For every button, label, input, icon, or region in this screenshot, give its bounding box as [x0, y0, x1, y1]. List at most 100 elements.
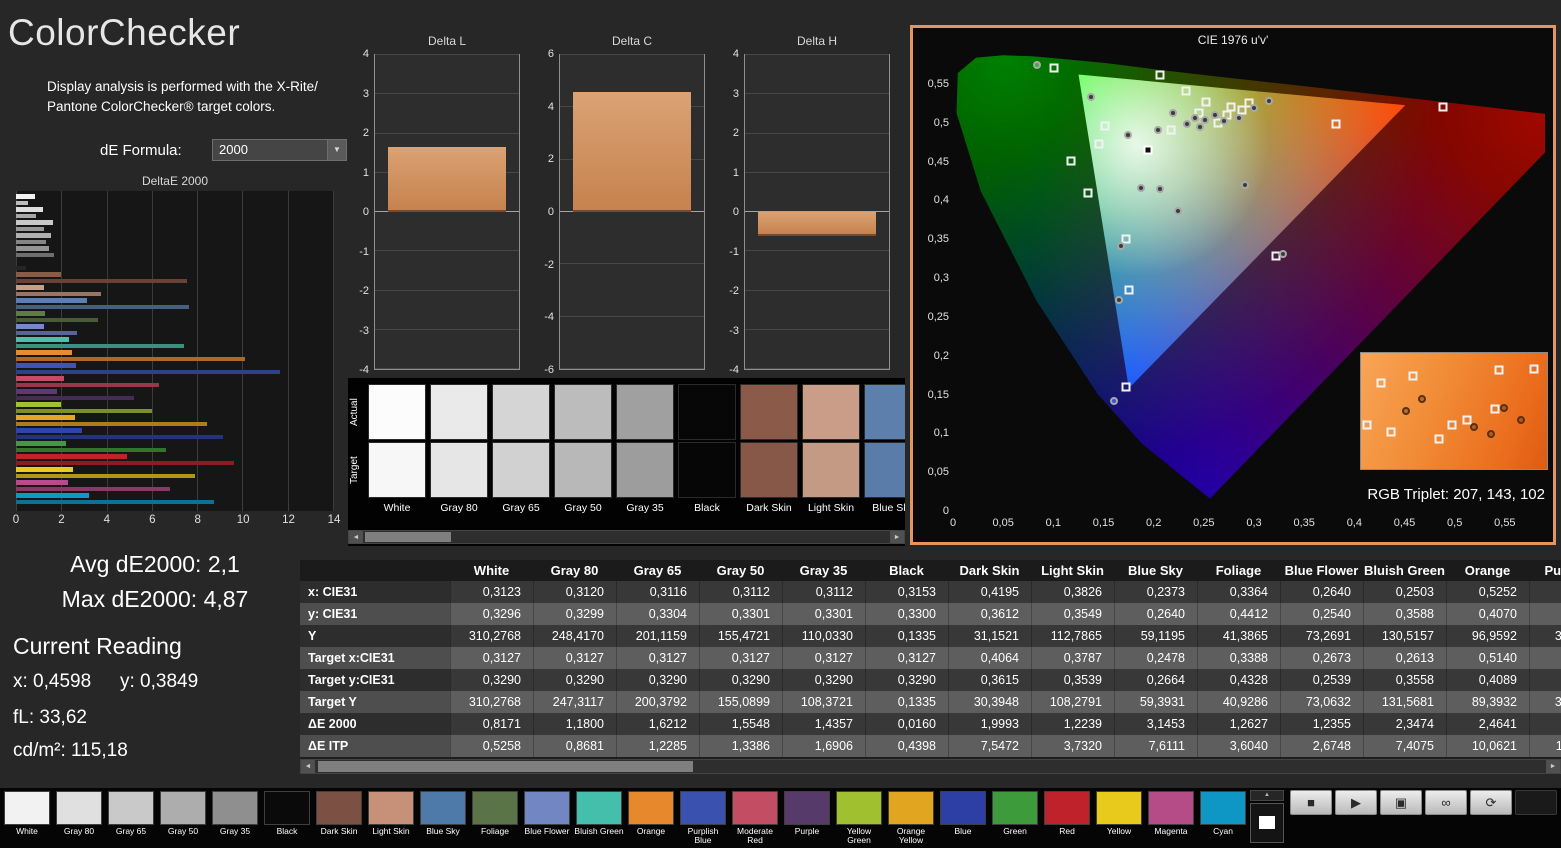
toolbar-patch-button[interactable]: Gray 80 [54, 791, 104, 847]
stop-button[interactable]: ■ [1290, 790, 1332, 815]
target-swatch [864, 442, 905, 498]
table-cell: 108,2791 [1031, 691, 1114, 713]
axis-tick-label: 6 [149, 514, 156, 526]
loop-button[interactable]: ∞ [1425, 790, 1467, 815]
deltae-chart-title: DeltaE 2000 [141, 174, 209, 188]
toolbar-patch-button[interactable]: Foliage [470, 791, 520, 847]
y-axis-labels: 4 3 2 1 0 -1 -2 -3 -4 [346, 48, 372, 376]
table-cell: 31,1521 [948, 625, 1031, 647]
toolbar-patch-button[interactable]: Purplish Blue [678, 791, 728, 847]
de-formula-dropdown[interactable]: 2000 ▼ [212, 139, 347, 161]
toolbar-patch-button[interactable]: Bluish Green [574, 791, 624, 847]
toolbar-patch-button[interactable]: Gray 65 [106, 791, 156, 847]
table-cell: 1,5548 [699, 713, 782, 735]
pattern-button[interactable]: ▣ [1380, 790, 1422, 815]
pattern-up-button[interactable]: ▲ [1250, 790, 1284, 801]
toolbar-patch-button[interactable]: Orange [626, 791, 676, 847]
axis-tick-label: 0,2 [1146, 517, 1162, 529]
axis-tick-label: 0,45 [927, 155, 949, 168]
table-cell: 1,2285 [616, 735, 699, 757]
axis-tick-label: 0 [12, 514, 20, 526]
play-button[interactable]: ▶ [1335, 790, 1377, 815]
deltae-bar [16, 434, 223, 440]
toolbar-patch-button[interactable]: Yellow [1094, 791, 1144, 847]
table-cell: 73,2691 [1280, 625, 1363, 647]
scrollbar-thumb[interactable] [318, 761, 693, 772]
toolbar-patch-button[interactable]: Moderate Red [730, 791, 780, 847]
measured-point [1169, 108, 1178, 117]
toolbar-patch-button[interactable]: Dark Skin [314, 791, 364, 847]
actual-swatch [368, 384, 426, 440]
deltae-bar [16, 389, 57, 394]
toolbar-patch-button[interactable]: Purple [782, 791, 832, 847]
table-cell: 0,3301 [699, 603, 782, 625]
table-scrollbar[interactable]: ◄ ► [300, 759, 1561, 774]
deltae-bar [16, 265, 26, 271]
toolbar-patch-button[interactable]: Yellow Green [834, 791, 884, 847]
current-luminance: cd/m²: 115,18 [13, 740, 128, 761]
target-point [1066, 156, 1076, 166]
rgb-triplet-label: RGB Triplet: 207, 143, 102 [1367, 486, 1545, 503]
toolbar-patch-button[interactable]: Blue Sky [418, 791, 468, 847]
toolbar-patch-button[interactable]: Light Skin [366, 791, 416, 847]
table-cell: 41,3865 [1197, 625, 1280, 647]
column-header: Blue Sky [1114, 560, 1197, 581]
pattern-window-button[interactable] [1250, 803, 1284, 843]
extra-button[interactable] [1515, 790, 1557, 815]
table-cell: 1,2355 [1280, 713, 1363, 735]
patch-color [368, 791, 414, 825]
table-cell: 155,0899 [699, 691, 782, 713]
toolbar-patch-button[interactable]: White [2, 791, 52, 847]
toolbar-patch-button[interactable]: Blue Flower [522, 791, 572, 847]
patch-label: Cyan [1213, 826, 1233, 836]
scroll-left-icon[interactable]: ◄ [301, 760, 315, 773]
patch-label: Yellow [1106, 826, 1132, 836]
axis-tick-label: 1 [732, 166, 739, 179]
axis-tick-label: 8 [194, 514, 201, 526]
table-cell: 10,0621 [1446, 735, 1529, 757]
chevron-down-icon[interactable]: ▼ [327, 140, 346, 160]
table-cell: 0,1897 [1529, 669, 1561, 691]
refresh-button[interactable]: ⟳ [1470, 790, 1512, 815]
axis-tick-label: 2 [547, 153, 554, 166]
measured-point [1110, 397, 1119, 406]
toolbar-patch-button[interactable]: Cyan [1198, 791, 1248, 847]
column-header: Light Skin [1031, 560, 1114, 581]
toolbar-patch-button[interactable]: Gray 35 [210, 791, 260, 847]
table-cell: 0,3116 [616, 581, 699, 603]
axis-tick-label: 0 [732, 206, 739, 218]
toolbar-patch-button[interactable]: Orange Yellow [886, 791, 936, 847]
patch-swatch: Gray 80 [430, 378, 488, 518]
strip-scrollbar[interactable]: ◄ ► [348, 530, 905, 544]
table-cell: 59,1195 [1114, 625, 1197, 647]
toolbar-patch-button[interactable]: Magenta [1146, 791, 1196, 847]
toolbar-patch-button[interactable]: Black [262, 791, 312, 847]
scrollbar-thumb[interactable] [365, 532, 451, 542]
table-cell: 0,2122 [1529, 647, 1561, 669]
patch-color [212, 791, 258, 825]
target-row-label: Target [349, 456, 360, 484]
toolbar-patch-button[interactable]: Red [1042, 791, 1092, 847]
actual-swatch [616, 384, 674, 440]
toolbar-patch-button[interactable]: Blue [938, 791, 988, 847]
deltae-bar [16, 480, 69, 485]
table-cell: 310,2768 [450, 625, 533, 647]
delta-bar [572, 91, 692, 212]
deltae-bar [16, 382, 160, 388]
table-cell: 0,4398 [865, 735, 948, 757]
patch-swatch: Gray 50 [554, 378, 612, 518]
table-cell: 155,4721 [699, 625, 782, 647]
row-label: ΔE 2000 [300, 713, 450, 735]
scroll-right-icon[interactable]: ► [890, 531, 904, 543]
scroll-right-icon[interactable]: ► [1546, 760, 1560, 773]
scroll-left-icon[interactable]: ◄ [349, 531, 363, 543]
table-cell: 0,3615 [948, 669, 1031, 691]
axis-tick-label: 0,35 [927, 233, 949, 246]
deltae-bar [16, 473, 196, 479]
toolbar-patch-button[interactable]: Gray 50 [158, 791, 208, 847]
patch-label: Gray 80 [440, 502, 478, 514]
target-swatch [616, 442, 674, 498]
gridline [375, 368, 519, 369]
gridline [375, 328, 519, 330]
toolbar-patch-button[interactable]: Green [990, 791, 1040, 847]
